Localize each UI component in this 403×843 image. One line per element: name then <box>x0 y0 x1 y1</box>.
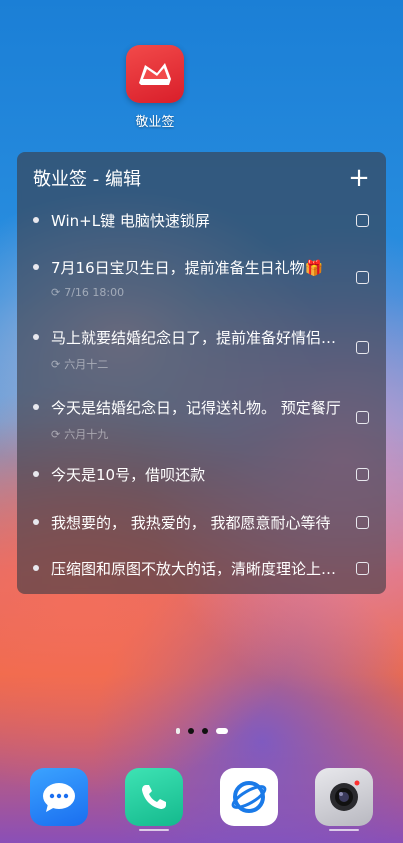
bullet-icon <box>33 404 39 410</box>
page-indicator[interactable] <box>0 728 403 734</box>
add-note-button[interactable]: + <box>346 165 372 191</box>
note-reminder: ⟳ 7/16 18:00 <box>51 286 124 299</box>
notes-widget: 敬业签 - 编辑 + Win+L键 电脑快速锁屏 7月16日宝贝生日，提前准备生… <box>17 152 386 594</box>
note-checkbox[interactable] <box>356 516 369 529</box>
reminder-time: 7/16 18:00 <box>64 286 125 299</box>
note-text: 压缩图和原图不放大的话，清晰度理论上一样 <box>51 560 341 578</box>
note-checkbox[interactable] <box>356 411 369 424</box>
reminder-icon: ⟳ <box>51 427 61 441</box>
note-item[interactable]: 今天是结婚纪念日，记得送礼物。 预定餐厅 ⟳ 六月十九 <box>17 382 386 442</box>
chat-bubble-icon <box>43 783 75 812</box>
note-item[interactable]: Win+L键 电脑快速锁屏 <box>17 204 386 238</box>
app-label: 敬业签 <box>135 115 175 130</box>
bullet-icon <box>33 217 39 223</box>
note-text: Win+L键 电脑快速锁屏 <box>51 212 210 230</box>
bullet-icon <box>33 471 39 477</box>
note-checkbox[interactable] <box>356 468 369 481</box>
messages-app[interactable] <box>30 768 88 826</box>
note-reminder: ⟳ 六月十九 <box>51 426 108 442</box>
note-text: 我想要的， 我热爱的， 我都愿意耐心等待 <box>51 514 331 532</box>
bullet-icon <box>33 264 39 270</box>
bullet-icon <box>33 334 39 340</box>
bullet-icon <box>33 565 39 571</box>
running-indicator <box>329 829 359 831</box>
reminder-date: 六月十二 <box>64 358 109 371</box>
browser-app[interactable] <box>220 768 278 826</box>
page-dot-active[interactable] <box>215 728 228 734</box>
widget-header: 敬业签 - 编辑 + <box>17 152 386 204</box>
app-shortcut[interactable]: 敬业签 <box>120 45 190 130</box>
note-text: 马上就要结婚纪念日了，提前准备好情侣礼物 <box>51 329 341 347</box>
globe-icon <box>231 781 267 813</box>
note-checkbox[interactable] <box>356 214 369 227</box>
page-dot[interactable] <box>187 728 194 734</box>
note-reminder: ⟳ 六月十二 <box>51 356 108 372</box>
note-text: 今天是结婚纪念日，记得送礼物。 预定餐厅 <box>51 399 341 417</box>
widget-title[interactable]: 敬业签 - 编辑 <box>33 165 141 191</box>
note-item[interactable]: 7月16日宝贝生日，提前准备生日礼物🎁 ⟳ 7/16 18:00 <box>17 242 386 302</box>
dock <box>0 768 403 831</box>
note-app-icon[interactable] <box>126 45 184 103</box>
phone-app[interactable] <box>125 768 183 831</box>
note-item[interactable]: 今天是10号，借呗还款 <box>17 454 386 494</box>
note-checkbox[interactable] <box>356 271 369 284</box>
note-text: 今天是10号，借呗还款 <box>51 466 206 484</box>
note-text: 7月16日宝贝生日，提前准备生日礼物🎁 <box>51 259 324 277</box>
note-item[interactable]: 压缩图和原图不放大的话，清晰度理论上一样 <box>17 548 386 588</box>
bullet-icon <box>33 519 39 525</box>
note-checkbox[interactable] <box>356 341 369 354</box>
note-checkbox[interactable] <box>356 562 369 575</box>
running-indicator <box>139 829 169 831</box>
reminder-date: 六月十九 <box>64 428 109 441</box>
note-item[interactable]: 我想要的， 我热爱的， 我都愿意耐心等待 <box>17 502 386 542</box>
note-item[interactable]: 马上就要结婚纪念日了，提前准备好情侣礼物 ⟳ 六月十二 <box>17 312 386 372</box>
camera-app[interactable] <box>315 768 373 831</box>
page-dot[interactable] <box>175 728 180 734</box>
page-dot[interactable] <box>201 728 208 734</box>
reminder-icon: ⟳ <box>51 357 61 371</box>
reminder-icon: ⟳ <box>51 286 61 299</box>
phone-handset-icon <box>142 785 166 809</box>
camera-lens-icon <box>330 780 360 811</box>
